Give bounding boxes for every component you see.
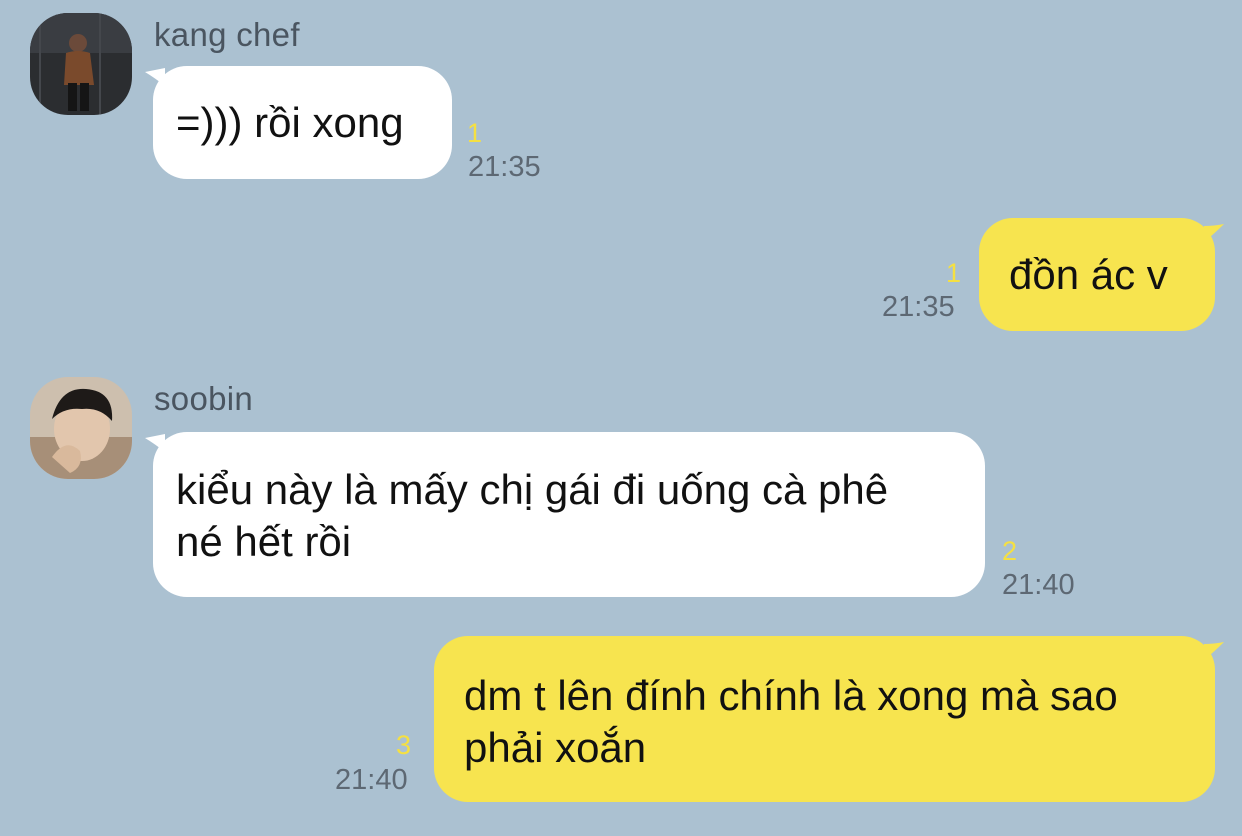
unread-count: 3 <box>396 730 412 760</box>
message-bubble[interactable]: dm t lên đính chính là xong mà sao phải … <box>434 636 1224 802</box>
message-text-line: phải xoắn <box>464 724 647 771</box>
unread-count: 1 <box>946 258 962 288</box>
bubble-tail <box>145 434 165 452</box>
message-bubble[interactable]: kiểu này là mấy chị gái đi uống cà phê n… <box>145 432 985 597</box>
message-bubble[interactable]: đồn ác v <box>979 218 1224 331</box>
avatar-soobin[interactable] <box>30 377 132 479</box>
message-timestamp: 21:40 <box>335 764 408 796</box>
message-timestamp: 21:35 <box>882 291 955 323</box>
sender-name: soobin <box>154 380 254 417</box>
message-text: đồn ác v <box>1009 251 1168 298</box>
message-text-line: kiểu này là mấy chị gái đi uống cà phê <box>176 466 889 513</box>
unread-count: 1 <box>467 118 483 148</box>
message-timestamp: 21:40 <box>1002 569 1075 601</box>
message-bubble[interactable]: =))) rồi xong <box>145 66 452 179</box>
message-text-line: né hết rồi <box>176 518 352 565</box>
profile-photo-icon <box>30 13 132 115</box>
profile-photo-icon <box>30 377 132 479</box>
bubble-tail <box>145 68 165 86</box>
message-text-line: dm t lên đính chính là xong mà sao <box>464 672 1118 719</box>
bubble-tail <box>1204 642 1224 660</box>
unread-count: 2 <box>1002 536 1018 566</box>
bubble-tail <box>1204 224 1224 242</box>
message-timestamp: 21:35 <box>468 151 541 183</box>
message-text: =))) rồi xong <box>176 99 404 146</box>
sender-name: kang chef <box>154 16 300 53</box>
avatar-kang-chef[interactable] <box>30 13 132 115</box>
